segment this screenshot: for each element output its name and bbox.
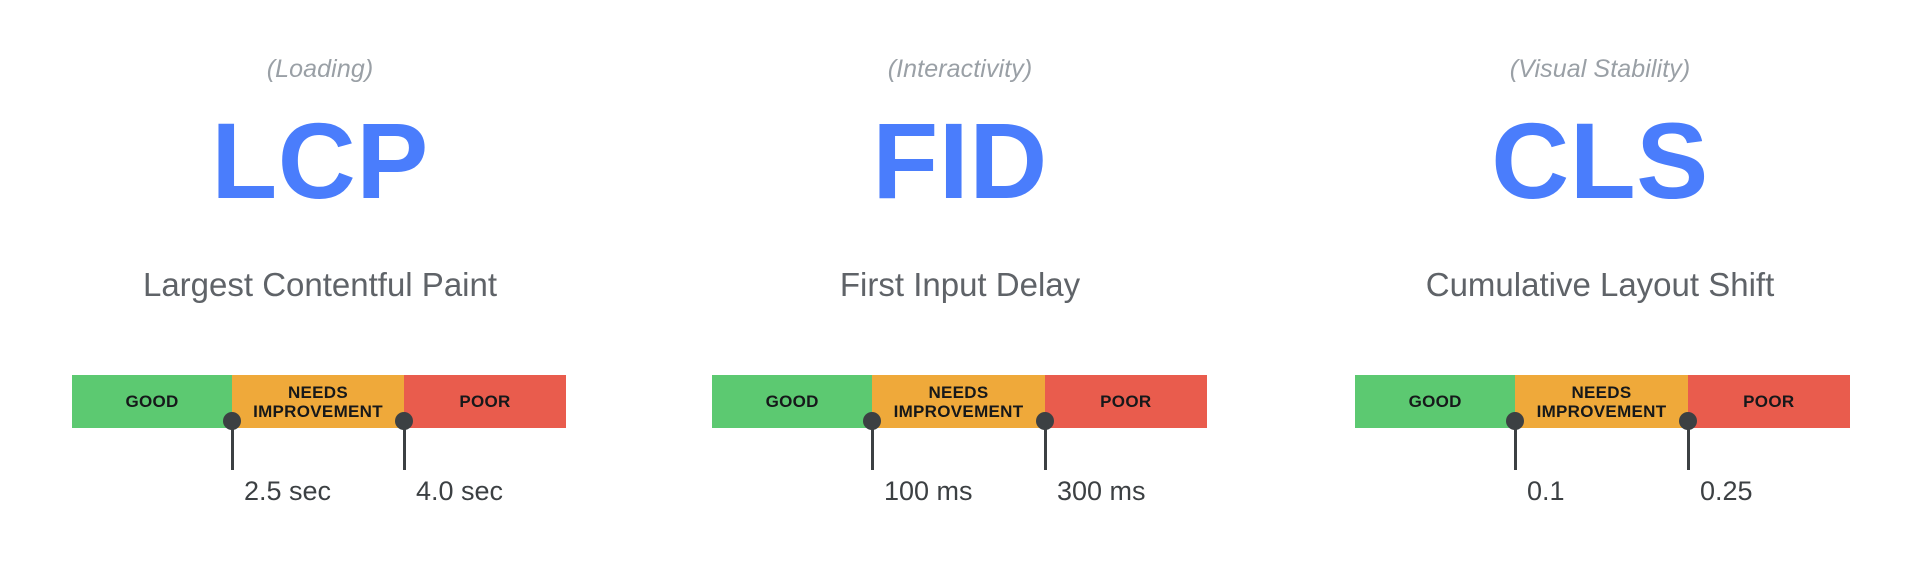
metric-acronym-cls: CLS (1491, 100, 1709, 221)
threshold-stem-icon (1043, 420, 1047, 470)
threshold-label-lcp-2: 4.0 sec (416, 476, 504, 506)
bar-segment-poor-fid: POOR (1044, 375, 1207, 428)
threshold-label-cls-1: 0.1 (1527, 476, 1565, 506)
threshold-label-cls-2: 0.25 (1700, 476, 1753, 506)
threshold-label-fid-2: 300 ms (1057, 476, 1146, 506)
threshold-stem-icon (1686, 420, 1690, 470)
bar-segment-poor-lcp: POOR (403, 375, 566, 428)
metric-fullname-fid: First Input Delay (839, 266, 1081, 303)
bar-segment-good-cls: GOOD (1355, 375, 1516, 428)
bar-segment-good-fid: GOOD (712, 375, 873, 428)
metric-acronym-lcp: LCP (211, 100, 429, 221)
threshold-stem-icon (1513, 420, 1517, 470)
metric-fullname-cls: Cumulative Layout Shift (1425, 266, 1775, 303)
core-web-vitals-infographic: (Loading) LCP Largest Contentful Paint G… (0, 0, 1920, 570)
threshold-label-fid-1: 100 ms (884, 476, 973, 506)
threshold-stem-icon (230, 420, 234, 470)
threshold-bar-lcp: GOOD NEEDS IMPROVEMENT POOR (72, 375, 566, 428)
bar-segment-poor-cls: POOR (1687, 375, 1850, 428)
threshold-stem-icon (402, 420, 406, 470)
bar-segment-needs-improvement-lcp: NEEDS IMPROVEMENT (232, 375, 404, 428)
metric-panel-fid: (Interactivity) FID First Input Delay GO… (640, 0, 1280, 570)
bar-segment-needs-improvement-fid: NEEDS IMPROVEMENT (872, 375, 1045, 428)
threshold-label-lcp-1: 2.5 sec (244, 476, 332, 506)
metric-panel-cls: (Visual Stability) CLS Cumulative Layout… (1280, 0, 1920, 570)
metric-category-fid: (Interactivity) (887, 55, 1033, 83)
metric-panel-lcp: (Loading) LCP Largest Contentful Paint G… (0, 0, 640, 570)
metric-fullname-lcp: Largest Contentful Paint (142, 266, 498, 303)
threshold-stem-icon (870, 420, 874, 470)
threshold-bar-cls: GOOD NEEDS IMPROVEMENT POOR (1355, 375, 1850, 428)
metric-category-cls: (Visual Stability) (1509, 55, 1691, 83)
metric-category-lcp: (Loading) (266, 55, 374, 83)
threshold-bar-fid: GOOD NEEDS IMPROVEMENT POOR (712, 375, 1207, 428)
bar-segment-needs-improvement-cls: NEEDS IMPROVEMENT (1515, 375, 1688, 428)
metric-acronym-fid: FID (872, 100, 1048, 221)
bar-segment-good-lcp: GOOD (72, 375, 233, 428)
